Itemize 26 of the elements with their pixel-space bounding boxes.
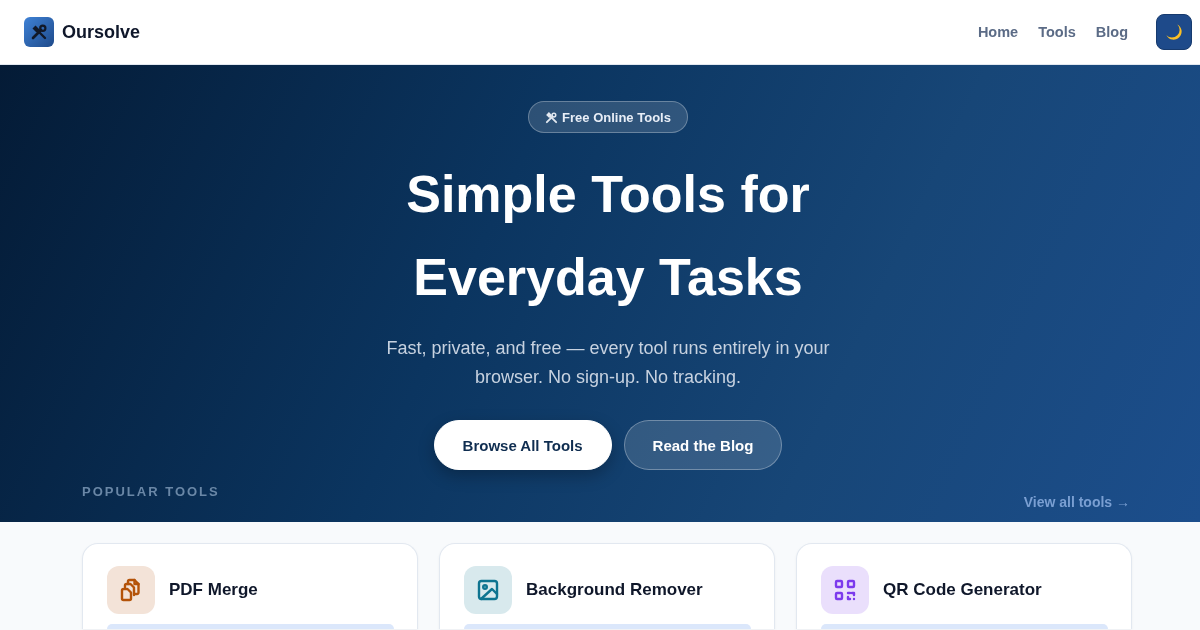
- card-action-button[interactable]: [821, 624, 1108, 629]
- moon-icon: [1164, 22, 1184, 42]
- theme-toggle-button[interactable]: [1156, 14, 1192, 50]
- image-icon: [464, 566, 512, 614]
- card-title: QR Code Generator: [883, 580, 1042, 600]
- hammer-wrench-icon[interactable]: [24, 17, 54, 47]
- hammer-wrench-icon: [545, 110, 559, 124]
- qr-code-icon: [821, 566, 869, 614]
- tool-card[interactable]: PDF Merge: [82, 543, 418, 629]
- hero-title: Simple Tools for Everyday Tasks: [405, 164, 811, 308]
- nav-link[interactable]: Home: [977, 24, 1019, 40]
- browse-tools-button[interactable]: Browse All Tools: [433, 420, 612, 470]
- tool-card[interactable]: Background Remover: [439, 543, 775, 629]
- card-title: Background Remover: [526, 580, 703, 600]
- brand-name[interactable]: Oursolve: [62, 21, 141, 43]
- nav-link[interactable]: Blog: [1095, 24, 1128, 40]
- section-heading: POPULAR TOOLS: [82, 484, 220, 499]
- card-action-button[interactable]: [464, 624, 751, 629]
- card-title: PDF Merge: [169, 580, 258, 600]
- hero-subtitle: Fast, private, and free — every tool runs entirely in your browser. No sign-up. No tracking.: [385, 337, 831, 389]
- tool-card[interactable]: QR Code Generator: [796, 543, 1132, 629]
- blog-button[interactable]: Read the Blog: [623, 420, 783, 470]
- files-icon: [107, 566, 155, 614]
- badge-text: Free Online Tools: [562, 109, 671, 125]
- nav-link[interactable]: Tools: [1038, 24, 1076, 40]
- card-action-button[interactable]: [107, 624, 394, 629]
